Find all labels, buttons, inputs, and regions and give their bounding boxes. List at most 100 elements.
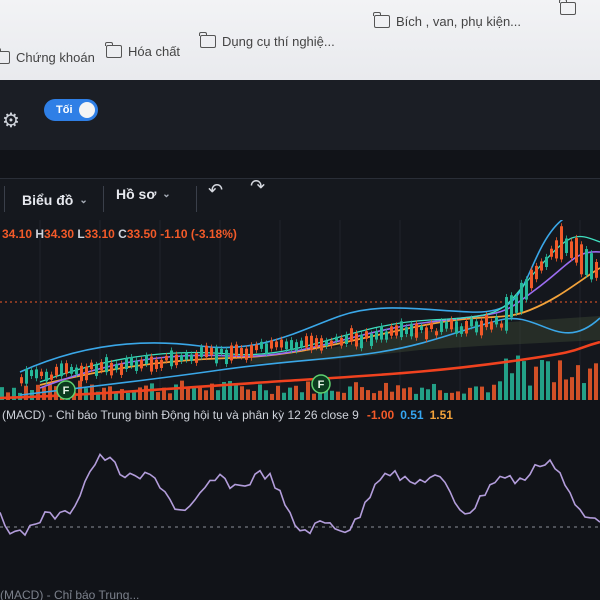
candle (175, 354, 178, 366)
candle (585, 249, 588, 275)
bookmark-lab-tools[interactable]: Dụng cụ thí nghiệ... (199, 32, 335, 49)
toolbar-divider (103, 186, 104, 212)
candle (200, 347, 203, 357)
candle (490, 321, 493, 330)
undo-icon[interactable]: ↶ (208, 180, 223, 201)
macd-title: (MACD) - Chỉ báo Trung bình Động hội tụ … (2, 408, 453, 422)
candle (390, 326, 393, 336)
volume-bar (348, 386, 352, 400)
volume-bar (378, 390, 382, 400)
volume-bar (534, 366, 538, 400)
candle (215, 347, 218, 364)
macd-line (0, 452, 600, 537)
volume-bar (258, 384, 262, 400)
candle (430, 322, 433, 330)
candle (20, 377, 23, 384)
macd-pane[interactable] (0, 425, 600, 585)
candle (380, 326, 383, 340)
volume-bar (564, 379, 568, 400)
bookmark-label: Chứng khoán (16, 50, 95, 65)
bookmark-more[interactable] (559, 0, 576, 15)
candle (400, 321, 403, 338)
volume-bar (438, 390, 442, 400)
candle (415, 323, 418, 338)
volume-bar (246, 389, 250, 400)
candle (320, 338, 323, 351)
volume-bar (540, 360, 544, 400)
volume-bar (252, 390, 256, 400)
candle (160, 359, 163, 368)
volume-bar (570, 377, 574, 400)
profile-menu-button[interactable]: Hồ sơ ⌄ (116, 186, 171, 202)
candle (395, 325, 398, 336)
bottom-pane-label: (MACD) - Chỉ báo Trung... (0, 588, 140, 600)
volume-bar (486, 392, 490, 400)
volume-bar (516, 355, 520, 400)
candle (120, 363, 123, 375)
volume-bar (390, 391, 394, 400)
volume-bar (270, 393, 274, 400)
candle (180, 355, 183, 362)
macd-svg (0, 452, 600, 537)
chart-menu-button[interactable]: Biểu đồ ⌄ (22, 192, 88, 208)
candle (290, 340, 293, 351)
volume-bar (576, 365, 580, 400)
chart-marker[interactable]: F (311, 374, 331, 394)
volume-bar (468, 387, 472, 400)
candle (270, 340, 273, 349)
candle (435, 331, 438, 336)
volume-bar (198, 387, 202, 400)
gear-icon[interactable]: ⚙ (2, 108, 20, 133)
candle (280, 339, 283, 348)
candle (105, 357, 108, 373)
volume-bar (492, 384, 496, 400)
candle (455, 321, 458, 334)
candle (495, 316, 498, 325)
volume-bar (420, 387, 424, 400)
bookmark-valves[interactable]: Bích , van, phụ kiện... (373, 12, 521, 29)
volume-bar (432, 383, 436, 400)
candle (460, 326, 463, 334)
screen: Chứng khoán Hóa chất Dụng cụ thí nghiệ..… (0, 0, 600, 600)
volume-bar (342, 392, 346, 400)
volume-bar (594, 363, 598, 400)
candle (265, 343, 268, 354)
volume-bar (462, 393, 466, 400)
candle (245, 348, 248, 360)
chart-marker[interactable]: F (56, 380, 76, 400)
candle (580, 244, 583, 275)
candle (235, 344, 238, 356)
chart-menu-label: Biểu đồ (22, 192, 74, 208)
bookmark-label: Hóa chất (128, 44, 181, 59)
candle (240, 348, 243, 357)
toggle-knob (79, 102, 95, 118)
candle (540, 261, 543, 271)
bookmark-stocks[interactable]: Chứng khoán (0, 48, 95, 65)
volume-bar (30, 390, 34, 400)
candle (40, 371, 43, 377)
folder-icon (0, 48, 10, 64)
candle (310, 335, 313, 351)
bookmark-chemicals[interactable]: Hóa chất (105, 42, 181, 59)
redo-icon[interactable]: ↷ (250, 176, 265, 197)
candle (155, 359, 158, 369)
candle (375, 331, 378, 340)
candle (255, 344, 258, 351)
volume-bar (276, 385, 280, 400)
candle (60, 363, 63, 377)
folder-icon (559, 0, 576, 15)
candle (475, 321, 478, 333)
theme-toggle[interactable]: Tối (44, 99, 98, 121)
candle (205, 345, 208, 358)
candle (550, 248, 553, 257)
volume-bar (150, 383, 154, 400)
volume-bar (474, 386, 478, 400)
candle (350, 328, 353, 342)
candle (500, 323, 503, 328)
candle (565, 238, 568, 254)
volume-bar (510, 373, 514, 400)
price-chart[interactable]: F F (0, 211, 600, 400)
folder-icon (199, 32, 216, 48)
candle (365, 331, 368, 339)
price-chart-svg: F F (0, 211, 600, 400)
